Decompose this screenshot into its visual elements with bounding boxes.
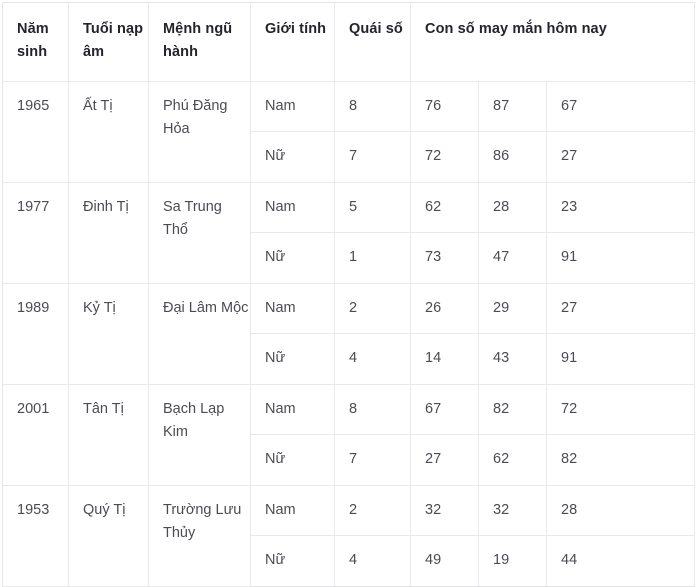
lucky-number-cell-1: 73 [410, 232, 479, 284]
table-row: 1977 Đinh Tị Sa Trung Thổ Nam 5 62 28 23 [2, 182, 696, 284]
table-body: 1965 Ất Tị Phú Đăng Hỏa Nam 8 76 87 67 Nữ 7 72 86 27… [2, 81, 696, 587]
column-header-quai-number: Quái số [334, 2, 411, 82]
birth-year-cell: 1965 [2, 81, 69, 183]
column-header-age-name: Tuổi nạp âm [68, 2, 149, 82]
five-element-cell: Phú Đăng Hỏa [148, 81, 251, 183]
birth-year-cell: 2001 [2, 384, 69, 486]
birth-year-cell: 1977 [2, 182, 69, 284]
age-name-cell: Kỷ Tị [68, 283, 149, 385]
lucky-number-cell-2: 87 [478, 81, 547, 133]
table-row: 2001 Tân Tị Bạch Lạp Kim Nam 8 67 82 72 [2, 384, 696, 486]
age-name-cell: Tân Tị [68, 384, 149, 486]
lucky-number-cell-2: 47 [478, 232, 547, 284]
lucky-number-cell-3: 82 [546, 434, 696, 486]
lucky-number-cell-3: 67 [546, 81, 696, 133]
column-header-gender: Giới tính [250, 2, 335, 82]
age-name-cell: Quý Tị [68, 485, 149, 587]
column-header-five-element: Mệnh ngũ hành [148, 2, 251, 82]
lucky-number-cell-1: 76 [410, 81, 479, 133]
lucky-number-cell-1: 14 [410, 333, 479, 385]
lucky-number-cell-2: 62 [478, 434, 547, 486]
five-element-cell: Trường Lưu Thủy [148, 485, 251, 587]
quai-number-cell: 8 [334, 81, 411, 133]
five-element-cell: Bạch Lạp Kim [148, 384, 251, 486]
lucky-number-cell-2: 82 [478, 384, 547, 436]
gender-cell: Nam [250, 182, 335, 234]
lucky-number-cell-3: 44 [546, 535, 696, 587]
lucky-number-cell-3: 91 [546, 232, 696, 284]
lucky-number-cell-2: 43 [478, 333, 547, 385]
lucky-number-cell-2: 29 [478, 283, 547, 335]
age-name-cell: Ất Tị [68, 81, 149, 183]
gender-cell: Nam [250, 384, 335, 436]
lucky-number-cell-1: 67 [410, 384, 479, 436]
quai-number-cell: 7 [334, 131, 411, 183]
five-element-cell: Sa Trung Thổ [148, 182, 251, 284]
lucky-number-table: Năm sinh Tuổi nạp âm Mệnh ngũ hành Giới … [2, 2, 696, 587]
lucky-number-cell-2: 19 [478, 535, 547, 587]
lucky-number-cell-3: 27 [546, 131, 696, 183]
lucky-number-cell-3: 27 [546, 283, 696, 335]
gender-cell: Nữ [250, 535, 335, 587]
gender-cell: Nam [250, 283, 335, 335]
lucky-number-cell-1: 62 [410, 182, 479, 234]
gender-cell: Nữ [250, 131, 335, 183]
table-header: Năm sinh Tuổi nạp âm Mệnh ngũ hành Giới … [2, 2, 696, 82]
gender-cell: Nam [250, 485, 335, 537]
table-row: 1953 Quý Tị Trường Lưu Thủy Nam 2 32 32 28 [2, 485, 696, 587]
table-row: 1989 Kỷ Tị Đại Lâm Mộc Nam 2 26 29 27 [2, 283, 696, 385]
quai-number-cell: 8 [334, 384, 411, 436]
gender-cell: Nam [250, 81, 335, 133]
gender-cell: Nữ [250, 333, 335, 385]
lucky-number-cell-1: 32 [410, 485, 479, 537]
lucky-number-table-container: Năm sinh Tuổi nạp âm Mệnh ngũ hành Giới … [0, 0, 700, 587]
gender-cell: Nữ [250, 232, 335, 284]
age-name-cell: Đinh Tị [68, 182, 149, 284]
lucky-number-cell-1: 26 [410, 283, 479, 335]
birth-year-cell: 1989 [2, 283, 69, 385]
lucky-number-cell-1: 72 [410, 131, 479, 183]
table-row: 1965 Ất Tị Phú Đăng Hỏa Nam 8 76 87 67 [2, 81, 696, 183]
quai-number-cell: 2 [334, 485, 411, 537]
lucky-number-cell-1: 27 [410, 434, 479, 486]
lucky-number-cell-3: 72 [546, 384, 696, 436]
lucky-number-cell-3: 23 [546, 182, 696, 234]
column-header-birth-year: Năm sinh [2, 2, 69, 82]
five-element-cell: Đại Lâm Mộc [148, 283, 251, 385]
lucky-number-cell-2: 86 [478, 131, 547, 183]
quai-number-cell: 4 [334, 333, 411, 385]
lucky-number-cell-2: 28 [478, 182, 547, 234]
quai-number-cell: 2 [334, 283, 411, 335]
lucky-number-cell-1: 49 [410, 535, 479, 587]
birth-year-cell: 1953 [2, 485, 69, 587]
lucky-number-cell-3: 91 [546, 333, 696, 385]
gender-cell: Nữ [250, 434, 335, 486]
quai-number-cell: 5 [334, 182, 411, 234]
lucky-number-cell-3: 28 [546, 485, 696, 537]
quai-number-cell: 4 [334, 535, 411, 587]
table-header-row: Năm sinh Tuổi nạp âm Mệnh ngũ hành Giới … [2, 2, 696, 82]
quai-number-cell: 7 [334, 434, 411, 486]
column-header-lucky-numbers: Con số may mắn hôm nay [410, 2, 696, 82]
quai-number-cell: 1 [334, 232, 411, 284]
lucky-number-cell-2: 32 [478, 485, 547, 537]
